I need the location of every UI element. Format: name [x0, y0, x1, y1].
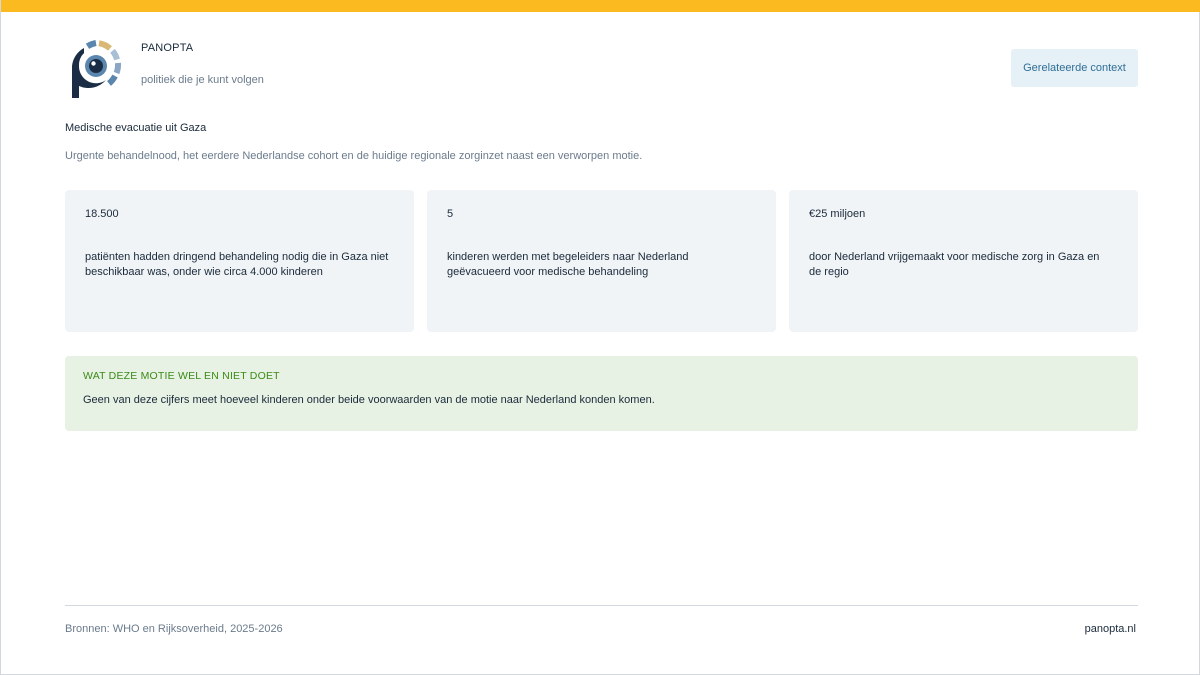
- stat-value: €25 miljoen: [809, 208, 866, 220]
- motion-note: WAT DEZE MOTIE WEL EN NIET DOET Geen van…: [65, 356, 1138, 431]
- stat-description: patiënten hadden dringend behandeling no…: [85, 251, 389, 278]
- note-text: Geen van deze cijfers meet hoeveel kinde…: [83, 394, 655, 406]
- stat-value: 18.500: [85, 208, 119, 220]
- page-subtitle: Urgente behandelnood, het eerdere Nederl…: [65, 150, 643, 162]
- brand-tagline: politiek die je kunt volgen: [141, 74, 264, 86]
- related-context-button[interactable]: Gerelateerde context: [1011, 49, 1138, 87]
- stat-card-funding: €25 miljoen door Nederland vrijgemaakt v…: [789, 190, 1138, 332]
- accent-bar: [1, 0, 1200, 12]
- stat-card-patients: 18.500 patiënten hadden dringend behande…: [65, 190, 414, 332]
- brand-name: PANOPTA: [141, 42, 194, 54]
- panopta-logo-icon: [69, 40, 123, 100]
- stat-value: 5: [447, 208, 454, 220]
- stat-card-children: 5 kinderen werden met begeleiders naar N…: [427, 190, 776, 332]
- footer-divider: [65, 605, 1138, 606]
- page: PANOPTA politiek die je kunt volgen Gere…: [0, 0, 1200, 675]
- page-title: Medische evacuatie uit Gaza: [65, 122, 207, 134]
- site-link[interactable]: panopta.nl: [1085, 623, 1136, 635]
- note-heading: WAT DEZE MOTIE WEL EN NIET DOET: [83, 370, 280, 382]
- stat-description: door Nederland vrijgemaakt voor medische…: [809, 251, 1100, 278]
- sources-text: Bronnen: WHO en Rijksoverheid, 2025-2026: [65, 623, 283, 635]
- stat-description: kinderen werden met begeleiders naar Ned…: [447, 251, 689, 278]
